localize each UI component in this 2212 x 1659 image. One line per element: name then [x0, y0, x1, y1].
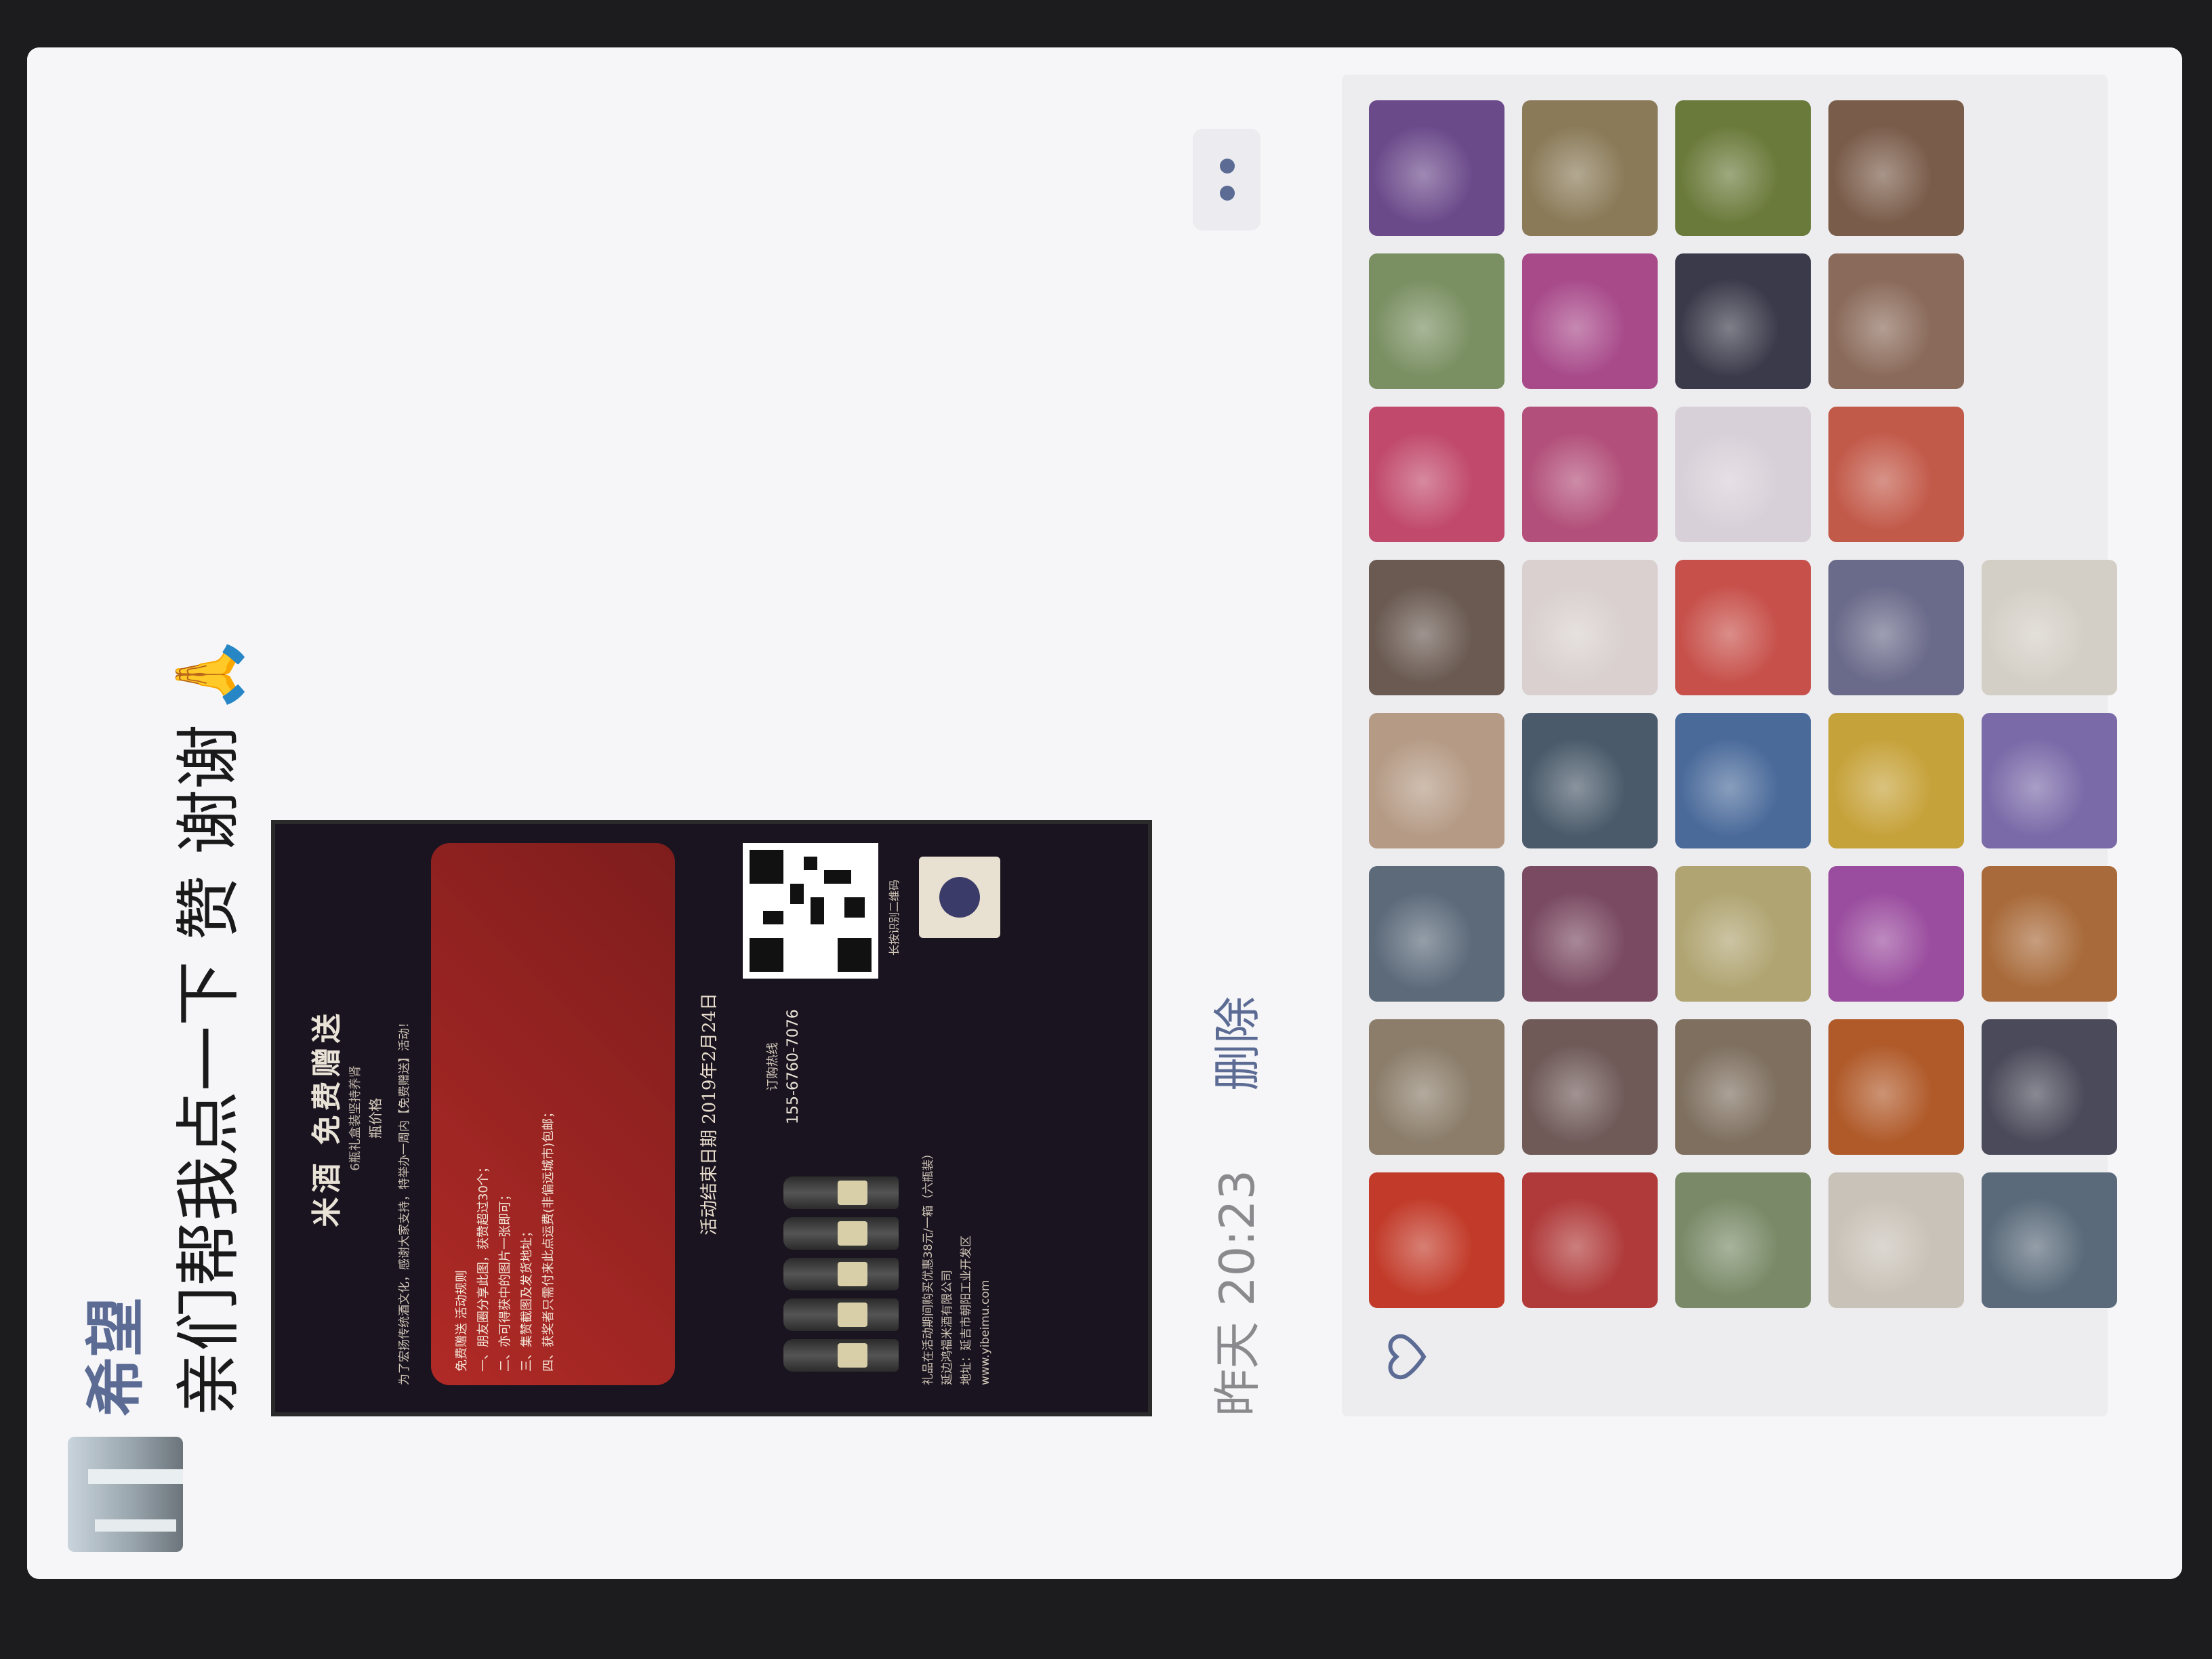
poster-footer-line: 礼品在活动期间购买优惠38元/一箱（六瓶装） [922, 1147, 935, 1385]
liker-avatar[interactable] [1982, 1019, 2117, 1155]
liker-avatar[interactable] [1369, 560, 1504, 695]
liker-avatar[interactable] [1982, 560, 2117, 695]
poster-footer-line: 延边鸿福米酒有限公司 [941, 1270, 954, 1385]
liker-avatars [1369, 100, 2117, 1308]
liker-avatar[interactable] [1369, 866, 1504, 1002]
liker-avatar[interactable] [1369, 1172, 1504, 1308]
liker-avatar[interactable] [1982, 1172, 2117, 1308]
liker-avatar[interactable] [1828, 253, 1964, 389]
delete-link[interactable]: 删除 [1200, 996, 1268, 1091]
liker-avatar[interactable] [1828, 407, 1964, 542]
liker-avatar[interactable] [1522, 1019, 1658, 1155]
qr-code [743, 843, 878, 979]
liker-avatar[interactable] [1369, 713, 1504, 848]
liker-avatar[interactable] [1675, 253, 1811, 389]
brand-logo [919, 857, 1000, 938]
liker-avatar[interactable] [1369, 1019, 1504, 1155]
author-avatar[interactable] [68, 1437, 183, 1552]
liker-avatar[interactable] [1522, 253, 1658, 389]
likes-panel [1342, 75, 2117, 1416]
liker-avatar[interactable] [1982, 866, 2117, 1002]
liker-avatar[interactable] [1369, 100, 1504, 236]
poster-rule: 一、朋友圈分享此图，获赞超过30个； [476, 1161, 491, 1372]
poster-footer-line: www.yibeimu.com [979, 1279, 992, 1385]
poster-rule: 二、亦可得获中的图片一张即可； [498, 1189, 512, 1372]
liker-avatar[interactable] [1828, 713, 1964, 848]
poster-title: 米酒 免费赠送 [310, 1009, 344, 1227]
poster-intro: 为了宏扬传统酒文化，感谢大家支持，特举办一周内【免费赠送】活动！ [398, 1017, 411, 1385]
author-name[interactable]: 希望 [68, 1297, 154, 1416]
liker-avatar[interactable] [1522, 407, 1658, 542]
liker-avatar[interactable] [1369, 253, 1504, 389]
liker-avatar[interactable] [1522, 713, 1658, 848]
liker-avatar[interactable] [1675, 1172, 1811, 1308]
liker-avatar[interactable] [1675, 713, 1811, 848]
more-dot [1220, 186, 1235, 201]
liker-avatar[interactable] [1675, 407, 1811, 542]
post-image[interactable]: 米酒 免费赠送 6瓶礼盒装坚持养肾 瓶价格 为了宏扬传统酒文化，感谢大家支持，特… [271, 820, 1152, 1416]
phone-screen: 希望 亲们帮我点一下 赞 谢谢 🙏 米酒 免费赠送 6瓶礼盒装坚持养肾 瓶价格 为… [27, 47, 2182, 1579]
poster-rule: 四、获奖者只需付来此点运费(非偏远城市)包邮； [541, 1105, 556, 1372]
poster-deadline: 活动结束日期 2019年2月24日 [699, 992, 720, 1236]
poster-subtitle: 6瓶礼盒装坚持养肾 [348, 1065, 363, 1171]
moments-post: 希望 亲们帮我点一下 赞 谢谢 🙏 米酒 免费赠送 6瓶礼盒装坚持养肾 瓶价格 为… [27, 47, 2182, 1579]
liker-avatar[interactable] [1828, 560, 1964, 695]
post-text-body: 亲们帮我点一下 赞 谢谢 [171, 724, 247, 1416]
liker-avatar[interactable] [1675, 560, 1811, 695]
liker-avatar[interactable] [1982, 713, 2117, 848]
poster-footer: 礼品在活动期间购买优惠38元/一箱（六瓶装） 延边鸿福米酒有限公司 地址：延吉市… [919, 1006, 995, 1385]
post-time: 昨天 20:23 [1210, 1170, 1265, 1416]
poster-rule: 免费赠送 活动规则 [455, 1270, 469, 1372]
qr-caption: 长按识别二维码 [888, 880, 901, 956]
more-actions-button[interactable] [1193, 129, 1261, 230]
hotline-label: 订购热线 [766, 1042, 780, 1091]
liker-avatar[interactable] [1675, 100, 1811, 236]
post-text: 亲们帮我点一下 赞 谢谢 🙏 [156, 332, 250, 1416]
poster-rules: 免费赠送 活动规则 一、朋友圈分享此图，获赞超过30个； 二、亦可得获中的图片一… [451, 857, 560, 1372]
hotline-number: 155-6760-7076 [785, 1009, 802, 1124]
liker-avatar[interactable] [1675, 866, 1811, 1002]
liker-avatar[interactable] [1522, 560, 1658, 695]
more-dot [1220, 159, 1235, 173]
poster-note: 瓶价格 [367, 1098, 384, 1139]
liker-avatar[interactable] [1522, 1172, 1658, 1308]
praying-hands-icon: 🙏 [171, 634, 247, 715]
liker-avatar[interactable] [1369, 407, 1504, 542]
liker-avatar[interactable] [1828, 1172, 1964, 1308]
wine-bottles-image [750, 1168, 899, 1372]
liker-avatar[interactable] [1522, 866, 1658, 1002]
heart-icon [1388, 1334, 1427, 1380]
liker-avatar[interactable] [1828, 100, 1964, 236]
liker-avatar[interactable] [1828, 1019, 1964, 1155]
poster-rule: 三、集赞截图及发货地址； [520, 1225, 534, 1372]
liker-avatar[interactable] [1828, 866, 1964, 1002]
liker-avatar[interactable] [1522, 100, 1658, 236]
poster-footer-line: 地址：延吉市朝阳工业开发区 [960, 1235, 973, 1385]
liker-avatar[interactable] [1675, 1019, 1811, 1155]
